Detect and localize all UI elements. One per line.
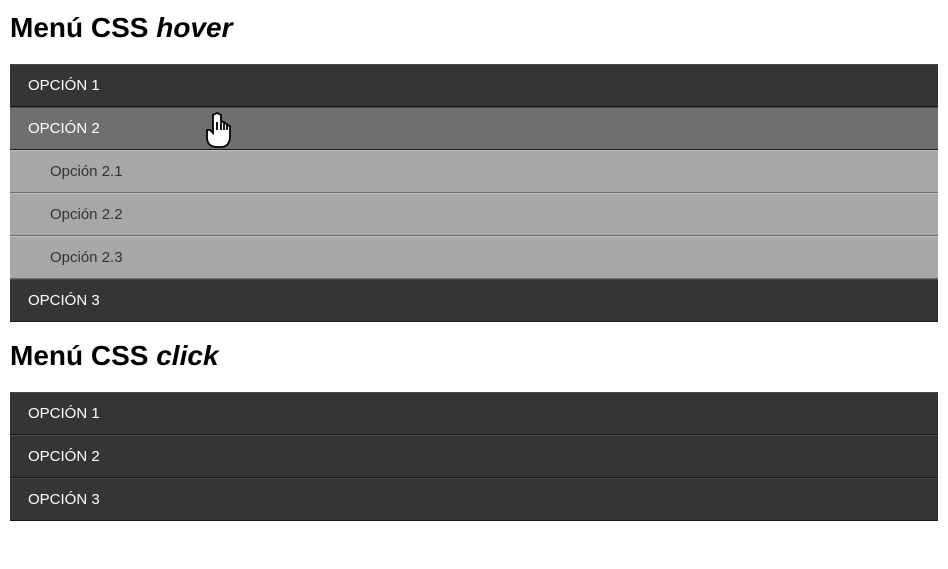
submenu-item-label: Opción 2.3: [50, 249, 123, 266]
menu-item-label: OPCIÓN 2: [28, 448, 100, 465]
menu-hover-item-3[interactable]: OPCIÓN 3: [10, 279, 938, 322]
heading-click-italic: click: [156, 340, 218, 371]
menu-hover-subitem-2-2[interactable]: Opción 2.2: [10, 193, 938, 236]
menu-item-label: OPCIÓN 1: [28, 405, 100, 422]
heading-click: Menú CSS click: [10, 340, 938, 372]
submenu-item-label: Opción 2.2: [50, 206, 123, 223]
pointer-cursor-icon: [200, 111, 234, 155]
menu-hover-subitem-2-3[interactable]: Opción 2.3: [10, 236, 938, 279]
menu-click-item-3[interactable]: OPCIÓN 3: [10, 478, 938, 521]
submenu-item-label: Opción 2.1: [50, 163, 123, 180]
menu-item-label: OPCIÓN 2: [28, 120, 100, 137]
menu-click: OPCIÓN 1 OPCIÓN 2 OPCIÓN 3: [10, 392, 938, 521]
menu-hover-subitem-2-1[interactable]: Opción 2.1: [10, 150, 938, 193]
menu-item-label: OPCIÓN 3: [28, 491, 100, 508]
heading-hover-italic: hover: [156, 12, 232, 43]
menu-item-label: OPCIÓN 3: [28, 292, 100, 309]
heading-hover: Menú CSS hover: [10, 12, 938, 44]
heading-click-prefix: Menú CSS: [10, 340, 156, 371]
heading-hover-prefix: Menú CSS: [10, 12, 156, 43]
menu-hover-item-2[interactable]: OPCIÓN 2: [10, 107, 938, 150]
menu-hover-item-1[interactable]: OPCIÓN 1: [10, 64, 938, 107]
menu-item-label: OPCIÓN 1: [28, 77, 100, 94]
menu-click-item-2[interactable]: OPCIÓN 2: [10, 435, 938, 478]
menu-hover: OPCIÓN 1 OPCIÓN 2 Opción 2.1 Opción 2.2 …: [10, 64, 938, 322]
menu-click-item-1[interactable]: OPCIÓN 1: [10, 392, 938, 435]
